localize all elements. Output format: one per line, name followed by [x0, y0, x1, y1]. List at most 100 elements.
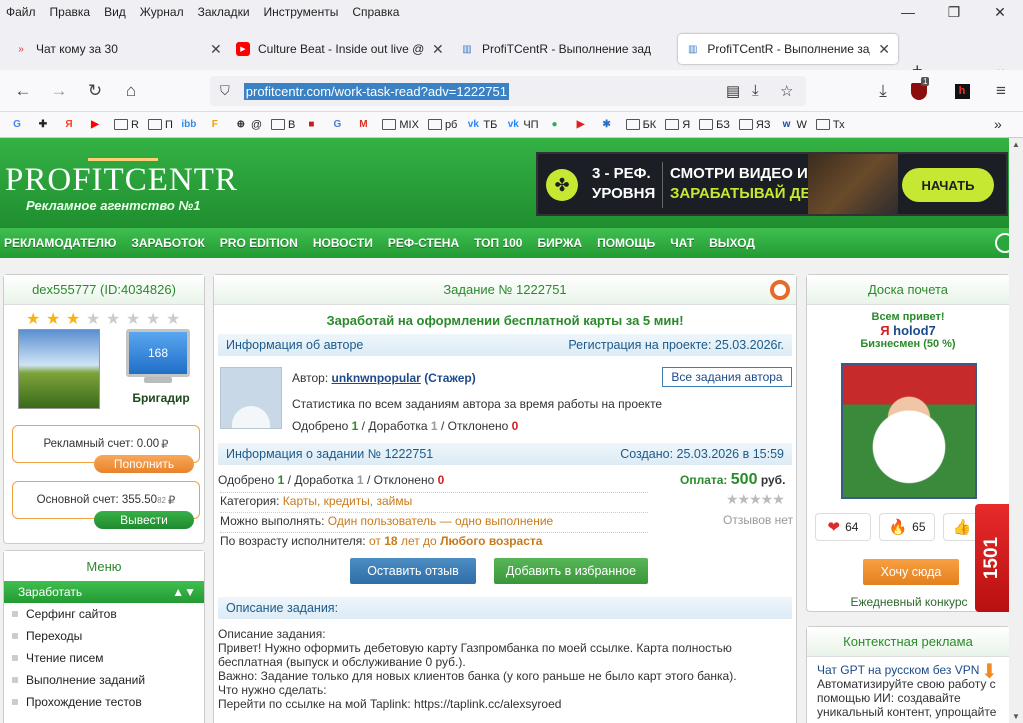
side-counter-badge[interactable]: 1501	[975, 504, 1009, 612]
address-bar[interactable]: ⛉ profitcentr.com/work-task-read?adv=122…	[210, 76, 806, 106]
bookmark-20[interactable]: БК	[625, 119, 656, 131]
tab-chat[interactable]: » Чат кому за 30 ✕	[6, 34, 230, 64]
close-window-icon[interactable]: ✕	[977, 0, 1023, 24]
topup-button[interactable]: Пополнить	[94, 455, 194, 473]
bookmark-25[interactable]: Тх	[815, 119, 845, 131]
bookmark-16[interactable]: vk ЧП	[506, 118, 539, 132]
nav-item-2[interactable]: PRO EDITION	[220, 236, 298, 250]
menu-item-2[interactable]: Чтение писем	[4, 647, 204, 669]
bookmark-2[interactable]: Я	[62, 118, 79, 132]
menu-edit[interactable]: Правка	[43, 5, 98, 19]
nav-item-3[interactable]: НОВОСТИ	[313, 236, 373, 250]
menu-item-3[interactable]: Выполнение заданий	[4, 669, 204, 691]
home-icon[interactable]: ⌂	[118, 78, 144, 104]
downloads-icon[interactable]: ⤓	[870, 78, 896, 104]
bookmark-18[interactable]: ▶	[574, 118, 591, 132]
bookmark-7[interactable]: F	[208, 118, 225, 132]
menu-view[interactable]: Вид	[97, 5, 133, 19]
nav-item-8[interactable]: ЧАТ	[670, 236, 694, 250]
bookmark-4[interactable]: R	[114, 119, 139, 131]
reload-icon[interactable]: ↻	[82, 78, 108, 104]
nav-item-7[interactable]: ПОМОЩЬ	[597, 236, 655, 250]
bookmark-23[interactable]: ЯЗ	[738, 119, 771, 131]
bookmark-14[interactable]: рб	[427, 119, 457, 131]
tab-profitcentr-active[interactable]: ▥ ProfiTCentR - Выполнение зада ✕	[678, 34, 898, 64]
want-here-button[interactable]: Хочу сюда	[863, 559, 959, 585]
menu-help[interactable]: Справка	[345, 5, 406, 19]
extension-h-icon[interactable]: h	[949, 78, 975, 104]
bookmark-0[interactable]: G	[10, 118, 27, 132]
close-tab-icon[interactable]: ✕	[210, 41, 222, 58]
menu-file[interactable]: Файл	[0, 5, 43, 19]
user-avatar[interactable]	[18, 329, 100, 409]
all-author-tasks-button[interactable]: Все задания автора	[662, 367, 792, 387]
shield-icon[interactable]: ⛉	[220, 83, 230, 99]
bookmark-star-icon[interactable]: ☆	[780, 82, 793, 100]
bookmark-21[interactable]: Я	[665, 119, 690, 131]
bookmark-19[interactable]: ✱	[600, 118, 617, 132]
bookmark-6[interactable]: ibb	[181, 118, 199, 132]
collapse-triangles-icon[interactable]: ▲▼	[172, 585, 196, 599]
scroll-up-icon[interactable]: ▲	[1012, 140, 1020, 149]
bookmark-9[interactable]: В	[271, 119, 295, 131]
menu-tools[interactable]: Инструменты	[257, 5, 346, 19]
ad-banner[interactable]: ✤ 3 - РЕФ. УРОВНЯ СМОТРИ ВИДЕО И ЗАРАБАТЫ…	[536, 152, 1008, 216]
app-menu-icon[interactable]: ≡	[988, 78, 1014, 104]
bookmark-favicon-icon: G	[13, 119, 21, 130]
bookmark-24[interactable]: wW	[780, 118, 807, 132]
leave-review-button[interactable]: Оставить отзыв	[350, 558, 476, 584]
menu-earn-active[interactable]: Заработать ▲▼	[4, 581, 204, 603]
page-scrollbar[interactable]: ▲ ▼	[1009, 138, 1023, 723]
author-link[interactable]: unknwnpopular	[332, 371, 421, 385]
username[interactable]: dex555777	[32, 282, 96, 297]
menu-bookmarks[interactable]: Закладки	[191, 5, 257, 19]
nav-item-0[interactable]: РЕКЛАМОДАТЕЛЮ	[4, 236, 116, 250]
close-tab-icon[interactable]: ✕	[878, 41, 890, 58]
tab-profitcentr-1[interactable]: ▥ ProfiTCentR - Выполнение зад	[452, 34, 660, 64]
nav-item-5[interactable]: ТОП 100	[474, 236, 522, 250]
bookmark-8[interactable]: ⊕ @	[234, 118, 262, 132]
nav-item-4[interactable]: РЕФ-СТЕНА	[388, 236, 459, 250]
bookmark-5[interactable]: П	[147, 119, 173, 131]
lifebuoy-icon[interactable]	[770, 280, 790, 300]
save-page-icon[interactable]: ⤓	[752, 82, 759, 99]
reader-view-icon[interactable]: ▤	[726, 82, 740, 100]
bookmark-10[interactable]: ■	[304, 118, 321, 132]
bookmark-13[interactable]: MIX	[382, 119, 419, 131]
forward-icon[interactable]: →	[46, 78, 72, 104]
reaction-1[interactable]: 🔥 65	[879, 513, 935, 541]
bookmarks-overflow-icon[interactable]: »	[994, 116, 1002, 132]
menu-item-1[interactable]: Переходы	[4, 625, 204, 647]
bookmark-12[interactable]: M	[356, 118, 373, 132]
bookmark-22[interactable]: БЗ	[699, 119, 730, 131]
minimize-icon[interactable]: —	[885, 0, 931, 24]
rating-stars: ★ ★ ★ ★ ★ ★ ★ ★	[26, 309, 186, 329]
nav-item-1[interactable]: ЗАРАБОТОК	[131, 236, 204, 250]
author-avatar[interactable]	[220, 367, 282, 429]
honor-user[interactable]: holod7	[893, 323, 936, 338]
tab-youtube[interactable]: ▶ Culture Beat - Inside out live @ ✕	[228, 34, 452, 64]
restore-icon[interactable]: ❐	[931, 0, 977, 24]
site-logo[interactable]: PROFITCENTR	[5, 162, 238, 199]
add-favorite-button[interactable]: Добавить в избранное	[494, 558, 648, 584]
scroll-down-icon[interactable]: ▼	[1012, 712, 1020, 721]
menu-history[interactable]: Журнал	[133, 5, 191, 19]
menu-item-0[interactable]: Серфинг сайтов	[4, 603, 204, 625]
reaction-0[interactable]: ❤ 64	[815, 513, 871, 541]
url-text[interactable]: profitcentr.com/work-task-read?adv=12227…	[243, 82, 509, 100]
nav-item-9[interactable]: ВЫХОД	[709, 236, 755, 250]
ublock-icon[interactable]: 1	[906, 77, 932, 104]
bookmark-1[interactable]: ✚	[36, 118, 53, 132]
bookmark-17[interactable]: ●	[548, 118, 565, 132]
back-icon[interactable]: ←	[10, 78, 36, 104]
ad-link[interactable]: Чат GPT на русском без VPN	[817, 663, 999, 677]
bookmark-15[interactable]: vk ТБ	[466, 118, 498, 132]
close-tab-icon[interactable]: ✕	[432, 41, 444, 58]
bookmark-3[interactable]: ▶	[88, 118, 105, 132]
banner-start-button[interactable]: НАЧАТЬ	[902, 168, 994, 202]
nav-item-6[interactable]: БИРЖА	[537, 236, 582, 250]
honor-avatar[interactable]	[841, 363, 977, 499]
bookmark-11[interactable]: G	[330, 118, 347, 132]
withdraw-button[interactable]: Вывести	[94, 511, 194, 529]
menu-item-4[interactable]: Прохождение тестов	[4, 691, 204, 713]
